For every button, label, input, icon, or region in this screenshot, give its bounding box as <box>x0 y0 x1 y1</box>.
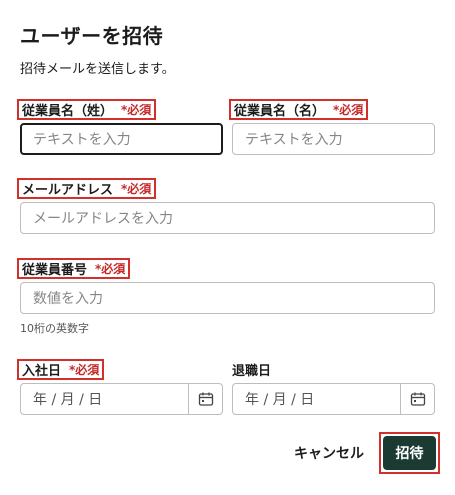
employee-number-help: 10桁の英数字 <box>20 322 89 335</box>
leave-date-picker-button[interactable] <box>400 384 434 414</box>
join-date-placeholder: 年 / 月 / 日 <box>33 392 103 408</box>
last-name-label: 従業員名（姓） *必須 <box>17 99 157 120</box>
email-label: メールアドレス *必須 <box>17 178 157 199</box>
leave-date-label: 退職日 <box>232 364 272 379</box>
first-name-label: 従業員名（名） *必須 <box>229 99 369 120</box>
first-name-input[interactable]: テキストを入力 <box>232 123 435 155</box>
join-date-picker-button[interactable] <box>188 384 222 414</box>
calendar-icon <box>410 392 425 406</box>
leave-date-input[interactable]: 年 / 月 / 日 <box>232 383 435 415</box>
required-marker: *必須 <box>121 182 152 196</box>
dialog-title: ユーザーを招待 <box>20 24 164 48</box>
employee-number-placeholder: 数値を入力 <box>33 291 103 307</box>
cancel-button[interactable]: キャンセル <box>294 443 364 463</box>
required-marker: *必須 <box>69 363 100 377</box>
join-date-label: 入社日 *必須 <box>17 359 105 380</box>
leave-date-placeholder: 年 / 月 / 日 <box>245 392 315 408</box>
employee-number-label: 従業員番号 *必須 <box>17 258 131 279</box>
dialog-subtitle: 招待メールを送信します。 <box>20 62 175 77</box>
email-placeholder: メールアドレスを入力 <box>33 211 173 227</box>
invite-button-highlight: 招待 <box>379 432 440 474</box>
email-input[interactable]: メールアドレスを入力 <box>20 202 435 234</box>
join-date-label-text: 入社日 <box>22 364 62 379</box>
required-marker: *必須 <box>333 103 364 117</box>
employee-number-label-text: 従業員番号 <box>22 263 88 278</box>
last-name-label-text: 従業員名（姓） <box>22 104 114 119</box>
last-name-input[interactable]: テキストを入力 <box>20 123 223 155</box>
join-date-input[interactable]: 年 / 月 / 日 <box>20 383 223 415</box>
required-marker: *必須 <box>95 262 126 276</box>
calendar-icon <box>198 392 213 406</box>
email-label-text: メールアドレス <box>22 183 114 198</box>
first-name-placeholder: テキストを入力 <box>245 132 343 148</box>
invite-button[interactable]: 招待 <box>383 436 436 470</box>
required-marker: *必須 <box>121 103 152 117</box>
employee-number-input[interactable]: 数値を入力 <box>20 282 435 314</box>
last-name-placeholder: テキストを入力 <box>33 132 131 148</box>
first-name-label-text: 従業員名（名） <box>234 104 326 119</box>
